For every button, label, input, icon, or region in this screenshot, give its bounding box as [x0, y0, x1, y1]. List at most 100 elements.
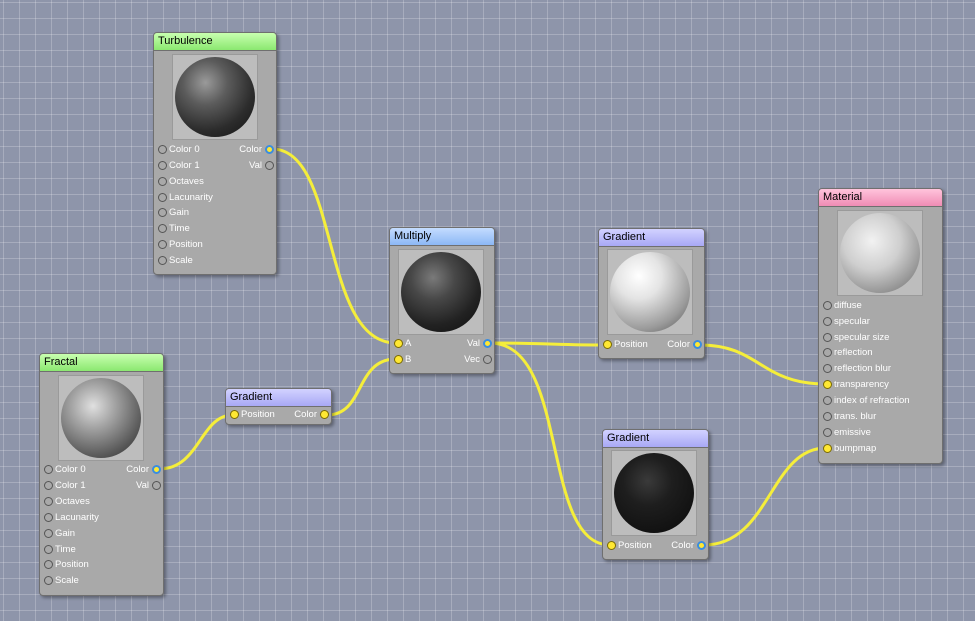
gradient-node-small[interactable]: Gradient Position Color [225, 388, 332, 425]
wire-gradient-to-multiply-b[interactable] [325, 357, 398, 417]
turbulence-node-title[interactable]: Turbulence [154, 33, 276, 51]
input-port[interactable] [823, 363, 832, 373]
fractal-input-lacunarity[interactable]: Lacunarity [44, 511, 99, 525]
input-port-connected[interactable] [394, 354, 403, 364]
material-input-diffuse[interactable]: diffuse [823, 299, 862, 313]
input-port[interactable] [44, 480, 53, 490]
input-port-connected[interactable] [603, 339, 612, 349]
input-port[interactable] [823, 316, 832, 326]
input-port-connected[interactable] [823, 379, 832, 389]
input-port[interactable] [158, 223, 167, 233]
fractal-output-color[interactable]: Color [126, 463, 161, 477]
turbulence-input-gain[interactable]: Gain [158, 206, 189, 220]
gradient-node-top[interactable]: Gradient Position Color [598, 228, 705, 359]
fractal-input-gain[interactable]: Gain [44, 527, 75, 541]
input-port[interactable] [44, 575, 53, 585]
output-port-connected[interactable] [697, 540, 706, 550]
turbulence-input-time[interactable]: Time [158, 222, 190, 236]
output-port[interactable] [265, 160, 274, 170]
gradient-small-title[interactable]: Gradient [226, 389, 331, 407]
gradient-bottom-output-color[interactable]: Color [671, 539, 706, 553]
gradient-top-title[interactable]: Gradient [599, 229, 704, 247]
input-port[interactable] [158, 144, 167, 154]
fractal-input-octaves[interactable]: Octaves [44, 495, 90, 509]
input-port-connected[interactable] [607, 540, 616, 550]
wire-fractal-to-gradient[interactable] [157, 413, 235, 471]
input-port[interactable] [158, 239, 167, 249]
input-port[interactable] [823, 427, 832, 437]
output-port[interactable] [152, 480, 161, 490]
gradient-top-input-position[interactable]: Position [603, 338, 648, 352]
material-input-transparency[interactable]: transparency [823, 378, 889, 392]
material-input-trans-blur[interactable]: trans. blur [823, 410, 876, 424]
multiply-node-title[interactable]: Multiply [390, 228, 494, 246]
multiply-output-vec[interactable]: Vec [464, 353, 492, 367]
input-port-connected[interactable] [230, 409, 239, 419]
fractal-input-color1[interactable]: Color 1 [44, 479, 86, 493]
output-port[interactable] [483, 354, 492, 364]
wire-multiply-to-gradient-top[interactable] [488, 341, 608, 347]
wire-turbulence-to-multiply-a[interactable] [270, 147, 398, 345]
input-port[interactable] [44, 544, 53, 554]
gradient-top-output-color[interactable]: Color [667, 338, 702, 352]
fractal-input-position[interactable]: Position [44, 558, 89, 572]
input-port[interactable] [44, 559, 53, 569]
fractal-node-title[interactable]: Fractal [40, 354, 163, 372]
output-port-connected[interactable] [320, 409, 329, 419]
material-node[interactable]: Material diffuse specular specular size … [818, 188, 943, 464]
turbulence-input-scale[interactable]: Scale [158, 254, 193, 268]
gradient-node-bottom[interactable]: Gradient Position Color [602, 429, 709, 560]
turbulence-input-octaves[interactable]: Octaves [158, 175, 204, 189]
turbulence-output-color[interactable]: Color [239, 143, 274, 157]
input-port[interactable] [158, 160, 167, 170]
fractal-input-color0[interactable]: Color 0 [44, 463, 86, 477]
fractal-input-scale[interactable]: Scale [44, 574, 79, 588]
fractal-output-val[interactable]: Val [136, 479, 161, 493]
output-port-connected[interactable] [693, 339, 702, 349]
gradient-bottom-input-position[interactable]: Position [607, 539, 652, 553]
input-port[interactable] [44, 496, 53, 506]
input-port-connected[interactable] [394, 338, 403, 348]
input-port[interactable] [823, 300, 832, 310]
input-port[interactable] [158, 176, 167, 186]
material-input-specular-size[interactable]: specular size [823, 331, 889, 345]
input-port[interactable] [158, 255, 167, 265]
material-node-title[interactable]: Material [819, 189, 942, 207]
material-input-reflection-blur[interactable]: reflection blur [823, 362, 891, 376]
wire-gradient-bottom-to-bumpmap[interactable] [702, 446, 828, 547]
input-port[interactable] [44, 464, 53, 474]
turbulence-input-lacunarity[interactable]: Lacunarity [158, 191, 213, 205]
output-port-connected[interactable] [152, 464, 161, 474]
fractal-node[interactable]: Fractal Color Val Color 0 Color 1 Octave… [39, 353, 164, 596]
turbulence-node[interactable]: Turbulence Color Val Color 0 Color 1 Oct… [153, 32, 277, 275]
wire-multiply-to-gradient-bottom[interactable] [488, 341, 612, 547]
multiply-input-b[interactable]: B [394, 353, 411, 367]
material-input-specular[interactable]: specular [823, 315, 870, 329]
input-port[interactable] [158, 192, 167, 202]
input-port[interactable] [823, 332, 832, 342]
output-port-connected[interactable] [483, 338, 492, 348]
input-port[interactable] [44, 512, 53, 522]
fractal-input-time[interactable]: Time [44, 543, 76, 557]
multiply-node[interactable]: Multiply A B Val Vec [389, 227, 495, 374]
turbulence-input-color1[interactable]: Color 1 [158, 159, 200, 173]
input-port-connected[interactable] [823, 443, 832, 453]
multiply-input-a[interactable]: A [394, 337, 411, 351]
material-input-bumpmap[interactable]: bumpmap [823, 442, 876, 456]
turbulence-input-color0[interactable]: Color 0 [158, 143, 200, 157]
gradient-small-output-color[interactable]: Color [294, 408, 329, 422]
multiply-output-val[interactable]: Val [467, 337, 492, 351]
material-input-index-of-refraction[interactable]: index of refraction [823, 394, 910, 408]
gradient-bottom-title[interactable]: Gradient [603, 430, 708, 448]
input-port[interactable] [823, 347, 832, 357]
gradient-small-input-position[interactable]: Position [230, 408, 275, 422]
input-port[interactable] [158, 207, 167, 217]
turbulence-output-val[interactable]: Val [249, 159, 274, 173]
material-input-reflection[interactable]: reflection [823, 346, 873, 360]
input-port[interactable] [44, 528, 53, 538]
output-port-connected[interactable] [265, 144, 274, 154]
wire-gradient-top-to-transparency[interactable] [698, 343, 828, 386]
material-input-emissive[interactable]: emissive [823, 426, 871, 440]
input-port[interactable] [823, 411, 832, 421]
input-port[interactable] [823, 395, 832, 405]
